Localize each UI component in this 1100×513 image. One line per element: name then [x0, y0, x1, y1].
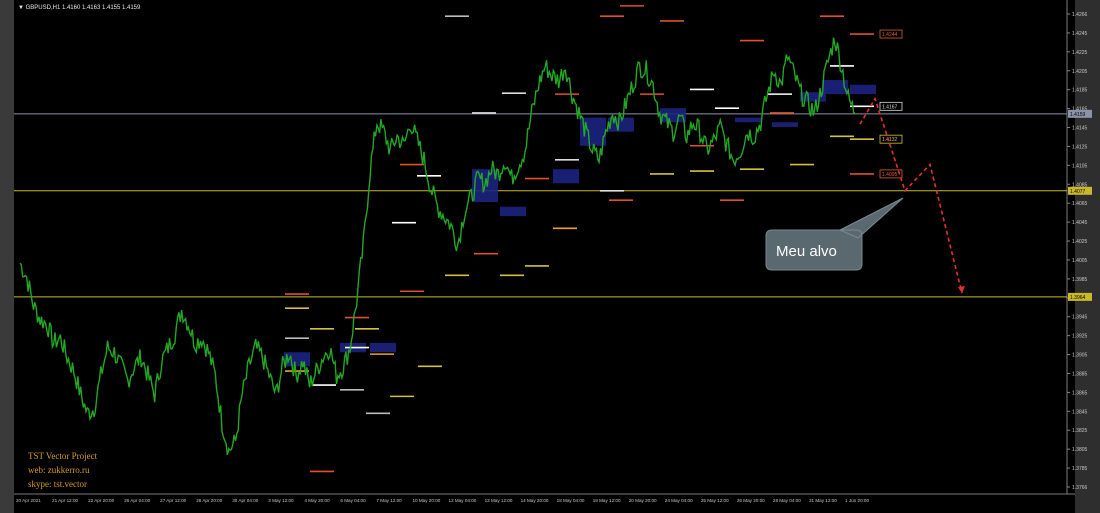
y-tick-label: 1.4205 — [1072, 69, 1088, 75]
y-tick-label: 1.3825 — [1072, 428, 1088, 434]
price-chart[interactable]: ▼ GBPUSD,H1 1.4160 1.4163 1.4155 1.4159 1… — [0, 0, 1100, 513]
callout-text: Meu alvo — [776, 243, 837, 260]
x-tick-label: 20 Apr 2021 — [16, 498, 41, 503]
x-tick-label: 24 May 04:00 — [665, 498, 693, 503]
zone-box — [850, 84, 876, 95]
y-tick-label: 1.4005 — [1072, 258, 1088, 264]
zone-box — [772, 122, 798, 127]
watermark-line-2: web: zukkerro.ru — [28, 465, 90, 475]
zone-box — [735, 117, 761, 123]
x-tick-label: 25 May 12:00 — [701, 498, 729, 503]
x-tick-label: 4 May 20:00 — [304, 498, 330, 503]
price-tag-label: 1.4167 — [882, 104, 898, 110]
y-tick-label: 1.4266 — [1072, 12, 1088, 18]
time-scale-area — [14, 494, 1075, 513]
y-tick-label: 1.3905 — [1072, 353, 1088, 359]
x-tick-label: 26 Apr 04:00 — [124, 498, 150, 503]
zone-box — [553, 169, 579, 184]
zone-box — [370, 342, 396, 353]
plot-area — [14, 0, 1067, 494]
price-tag-label: 1.4095 — [882, 172, 898, 178]
x-tick-label: 1 Jun 20:00 — [845, 498, 869, 503]
y-tick-label: 1.3945 — [1072, 315, 1088, 321]
y-tick-label: 1.4125 — [1072, 144, 1088, 150]
horizontal-line-label: 1.4077 — [1070, 189, 1086, 195]
y-tick-label: 1.3785 — [1072, 466, 1088, 472]
y-tick-label: 1.3845 — [1072, 409, 1088, 415]
price-tag-label: 1.4244 — [882, 32, 898, 38]
watermark-line-1: TST Vector Project — [28, 451, 98, 461]
y-tick-label: 1.4065 — [1072, 201, 1088, 207]
x-tick-label: 7 May 12:00 — [376, 498, 402, 503]
x-tick-label: 26 May 20:00 — [737, 498, 765, 503]
y-tick-label: 1.3805 — [1072, 447, 1088, 453]
x-tick-label: 18 May 04:00 — [557, 498, 585, 503]
y-tick-label: 1.4025 — [1072, 239, 1088, 245]
zone-box — [500, 206, 526, 217]
y-tick-label: 1.4145 — [1072, 126, 1088, 132]
y-tick-label: 1.3985 — [1072, 277, 1088, 283]
y-tick-label: 1.4045 — [1072, 220, 1088, 226]
zone-box — [608, 117, 634, 132]
x-tick-label: 28 Apr 20:00 — [196, 498, 222, 503]
x-tick-label: 12 May 04:00 — [449, 498, 477, 503]
x-tick-label: 19 May 12:00 — [593, 498, 621, 503]
x-tick-label: 10 May 20:00 — [412, 498, 440, 503]
x-tick-label: 28 May 04:00 — [773, 498, 801, 503]
x-tick-label: 21 Apr 12:00 — [52, 498, 78, 503]
x-tick-label: 13 May 12:00 — [485, 498, 513, 503]
y-tick-label: 1.3885 — [1072, 371, 1088, 377]
horizontal-line-label: 1.4159 — [1070, 112, 1086, 118]
price-tag-label: 1.4132 — [882, 137, 898, 143]
x-tick-label: 31 May 12:00 — [809, 498, 837, 503]
y-tick-label: 1.4225 — [1072, 50, 1088, 56]
y-tick-label: 1.4185 — [1072, 88, 1088, 94]
y-tick-label: 1.4105 — [1072, 163, 1088, 169]
watermark-line-3: skype: tst.vector — [28, 479, 87, 489]
x-tick-label: 14 May 20:00 — [521, 498, 549, 503]
chart-window: ▼ GBPUSD,H1 1.4160 1.4163 1.4155 1.4159 1… — [0, 0, 1100, 513]
x-tick-label: 3 May 12:00 — [268, 498, 294, 503]
y-tick-label: 1.4245 — [1072, 31, 1088, 37]
y-tick-label: 1.3925 — [1072, 334, 1088, 340]
x-tick-label: 27 Apr 12:00 — [160, 498, 186, 503]
symbol-header: ▼ GBPUSD,H1 1.4160 1.4163 1.4155 1.4159 — [18, 5, 141, 11]
y-tick-label: 1.3865 — [1072, 390, 1088, 396]
x-tick-label: 30 Apr 04:00 — [232, 498, 258, 503]
x-tick-label: 22 Apr 20:00 — [88, 498, 114, 503]
x-tick-label: 20 May 20:00 — [629, 498, 657, 503]
y-tick-label: 1.3766 — [1072, 485, 1088, 491]
x-tick-label: 6 May 04:00 — [340, 498, 366, 503]
horizontal-line-label: 1.3964 — [1070, 295, 1086, 301]
